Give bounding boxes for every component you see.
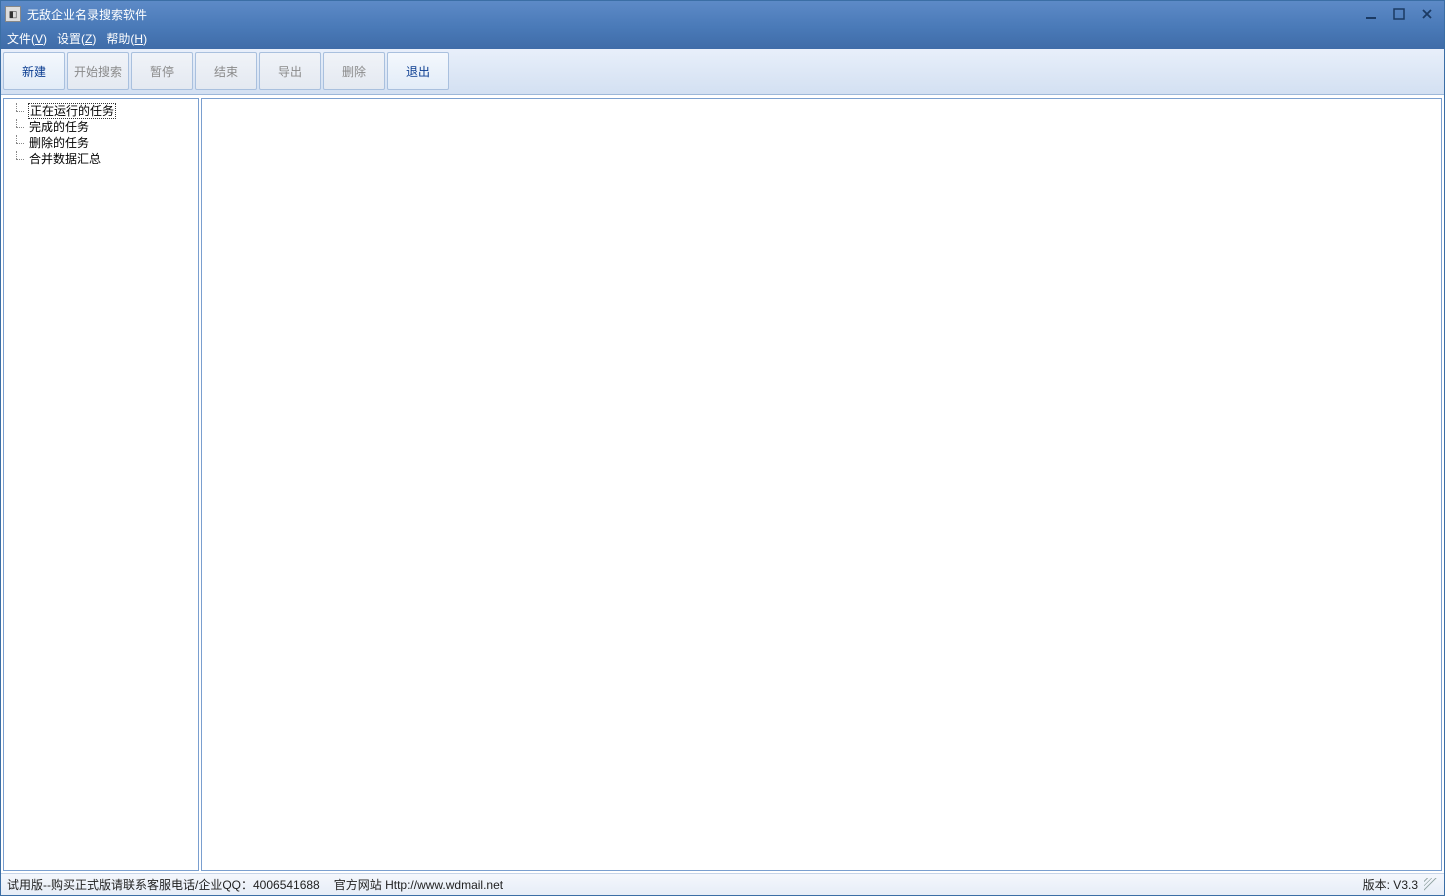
minimize-button[interactable] [1358,5,1384,23]
menu-help[interactable]: 帮助(H) [106,30,147,47]
status-trial-text: 试用版--购买正式版请联系客服电话/企业QQ：4006541688 [7,876,320,893]
tree-item-label: 合并数据汇总 [28,152,102,166]
task-tree-panel: 正在运行的任务 完成的任务 删除的任务 合并数据汇总 [3,98,199,871]
delete-button[interactable]: 删除 [323,52,385,90]
resize-grip-icon[interactable] [1424,878,1438,892]
exit-button[interactable]: 退出 [387,52,449,90]
maximize-button[interactable] [1386,5,1412,23]
menu-file[interactable]: 文件(V) [7,30,47,47]
tree-item-deleted-tasks[interactable]: 删除的任务 [8,135,194,151]
menu-settings[interactable]: 设置(Z) [57,30,96,47]
tree-item-label: 正在运行的任务 [28,103,116,119]
window-controls [1358,5,1440,23]
start-search-button[interactable]: 开始搜索 [67,52,129,90]
close-button[interactable] [1414,5,1440,23]
new-button[interactable]: 新建 [3,52,65,90]
export-button[interactable]: 导出 [259,52,321,90]
content-panel [201,98,1442,871]
main-area: 正在运行的任务 完成的任务 删除的任务 合并数据汇总 [1,95,1444,873]
tree-item-label: 删除的任务 [28,136,90,150]
task-tree: 正在运行的任务 完成的任务 删除的任务 合并数据汇总 [8,103,194,167]
pause-button[interactable]: 暂停 [131,52,193,90]
app-window: ◧ 无敌企业名录搜索软件 文件(V) 设置(Z) 帮助(H) 新建 开始搜索 暂… [0,0,1445,896]
title-bar: ◧ 无敌企业名录搜索软件 [1,1,1444,27]
status-website-text: 官方网站 Http://www.wdmail.net [334,876,503,893]
toolbar: 新建 开始搜索 暂停 结束 导出 删除 退出 [1,49,1444,95]
tree-item-merged-data[interactable]: 合并数据汇总 [8,151,194,167]
end-button[interactable]: 结束 [195,52,257,90]
status-version-text: 版本: V3.3 [1363,876,1418,893]
window-title: 无敌企业名录搜索软件 [27,6,1358,23]
tree-item-label: 完成的任务 [28,120,90,134]
tree-item-running-tasks[interactable]: 正在运行的任务 [8,103,194,119]
menu-bar: 文件(V) 设置(Z) 帮助(H) [1,27,1444,49]
tree-item-completed-tasks[interactable]: 完成的任务 [8,119,194,135]
app-icon: ◧ [5,6,21,22]
status-bar: 试用版--购买正式版请联系客服电话/企业QQ：4006541688 官方网站 H… [1,873,1444,895]
